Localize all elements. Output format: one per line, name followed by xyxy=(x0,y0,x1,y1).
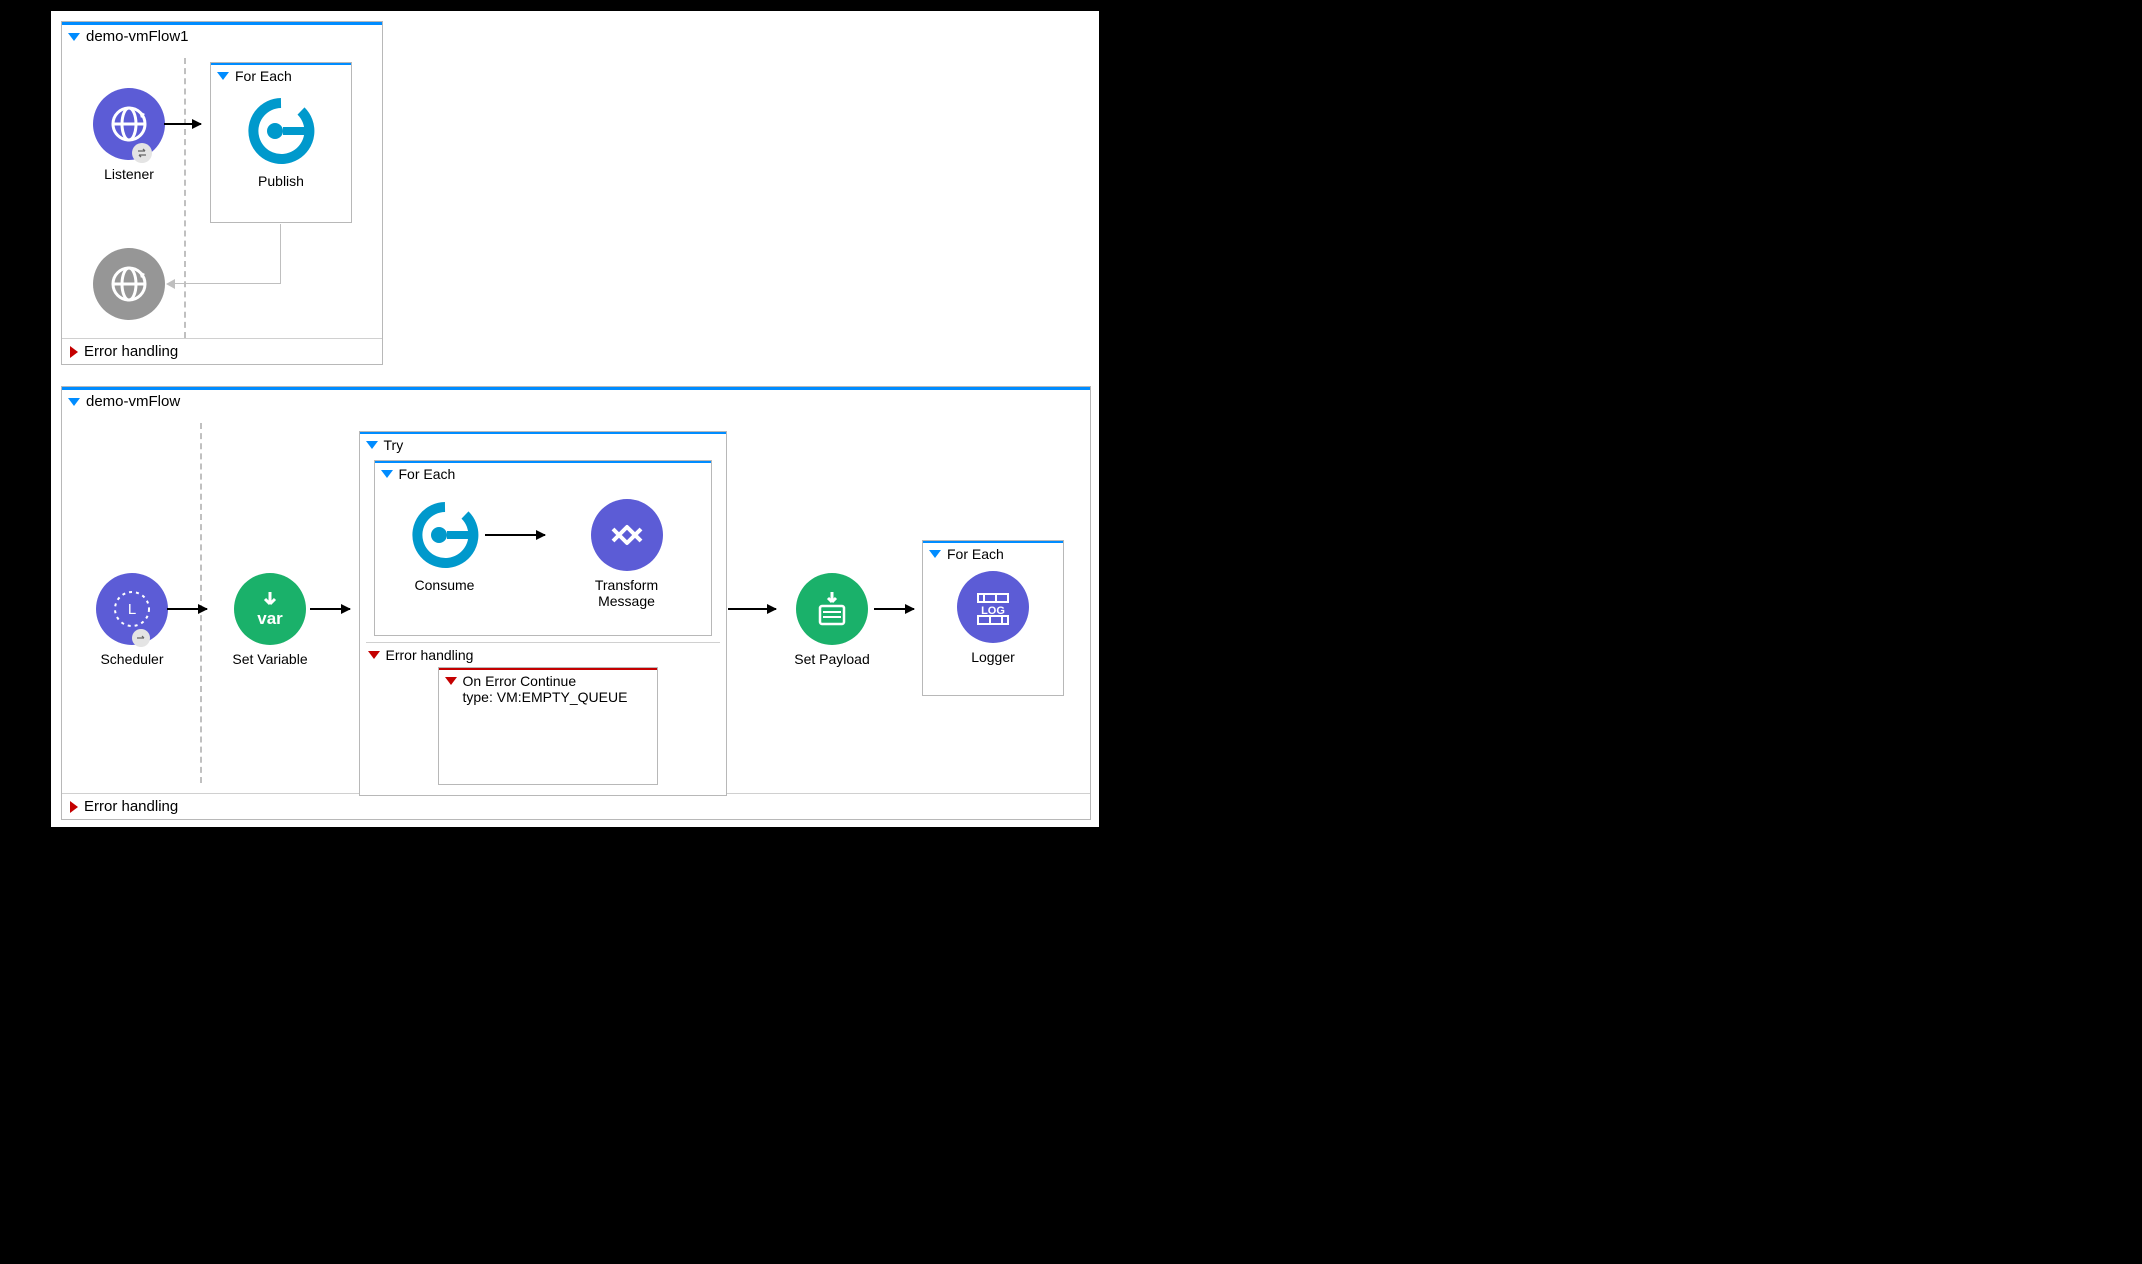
exchange-badge-icon xyxy=(132,629,150,647)
set-variable-icon: var xyxy=(234,573,306,645)
error-label: Error handling xyxy=(84,798,178,815)
on-error-line1: On Error Continue xyxy=(463,673,628,689)
collapse-icon[interactable] xyxy=(929,550,941,558)
http-response-icon xyxy=(93,248,165,320)
vm-publish-icon xyxy=(245,95,317,167)
foreach-scope[interactable]: For Each Consume xyxy=(374,460,712,636)
collapse-icon[interactable] xyxy=(366,441,378,449)
expand-icon[interactable] xyxy=(70,801,78,813)
scope-title: For Each xyxy=(399,466,456,482)
error-handling-section[interactable]: Error handling xyxy=(62,794,1090,819)
flow-demo-vmflow1[interactable]: demo-vmFlow1 Listener xyxy=(61,21,383,365)
logger-node[interactable]: LOG Logger xyxy=(953,571,1033,665)
collapse-icon[interactable] xyxy=(217,72,229,80)
try-error-label: Error handling xyxy=(386,647,474,663)
scope-title: For Each xyxy=(947,546,1004,562)
publish-node[interactable]: Publish xyxy=(239,95,323,189)
listener-node[interactable]: Listener xyxy=(84,88,174,182)
error-label: Error handling xyxy=(84,343,178,360)
svg-text:var: var xyxy=(257,609,283,628)
set-variable-label: Set Variable xyxy=(220,651,320,667)
scheduler-label: Scheduler xyxy=(82,651,182,667)
transform-message-node[interactable]: Transform Message xyxy=(567,499,687,609)
expand-icon[interactable] xyxy=(70,346,78,358)
try-scope[interactable]: Try For Each xyxy=(359,431,727,796)
collapse-icon[interactable] xyxy=(381,470,393,478)
flow-title: demo-vmFlow1 xyxy=(86,28,189,45)
collapse-icon[interactable] xyxy=(445,677,457,685)
collapse-icon[interactable] xyxy=(68,398,80,406)
collapse-icon[interactable] xyxy=(368,651,380,659)
flow-demo-vmflow[interactable]: demo-vmFlow L Scheduler var Set Varia xyxy=(61,386,1091,820)
http-listener-icon xyxy=(93,88,165,160)
vm-consume-icon xyxy=(409,499,481,571)
collapse-icon[interactable] xyxy=(68,33,80,41)
transform-label: Transform Message xyxy=(567,577,687,609)
set-payload-icon xyxy=(796,573,868,645)
foreach-scope[interactable]: For Each Publish xyxy=(210,62,352,223)
set-variable-node[interactable]: var Set Variable xyxy=(220,573,320,667)
logger-label: Logger xyxy=(953,649,1033,665)
error-handling-section[interactable]: Error handling xyxy=(62,339,382,364)
publish-label: Publish xyxy=(239,173,323,189)
flow-title: demo-vmFlow xyxy=(86,393,180,410)
scope-title: Try xyxy=(384,437,404,453)
consume-label: Consume xyxy=(395,577,495,593)
try-error-section[interactable]: Error handling xyxy=(366,643,720,667)
transform-icon xyxy=(591,499,663,571)
svg-text:L: L xyxy=(128,601,136,618)
scheduler-node[interactable]: L Scheduler xyxy=(82,573,182,667)
listener-label: Listener xyxy=(84,166,174,182)
return-arrowhead-icon xyxy=(166,279,175,289)
set-payload-label: Set Payload xyxy=(782,651,882,667)
set-payload-node[interactable]: Set Payload xyxy=(782,573,882,667)
exchange-badge-icon xyxy=(132,143,152,163)
consume-node[interactable]: Consume xyxy=(395,499,495,593)
response-node[interactable] xyxy=(84,248,174,320)
diagram-canvas: demo-vmFlow1 Listener xyxy=(50,10,1100,828)
on-error-continue-scope[interactable]: On Error Continue type: VM:EMPTY_QUEUE xyxy=(438,667,658,785)
on-error-line2: type: VM:EMPTY_QUEUE xyxy=(463,689,628,705)
foreach-logger-scope[interactable]: For Each LOG Logger xyxy=(922,540,1064,696)
scope-title: For Each xyxy=(235,68,292,84)
logger-icon: LOG xyxy=(957,571,1029,643)
